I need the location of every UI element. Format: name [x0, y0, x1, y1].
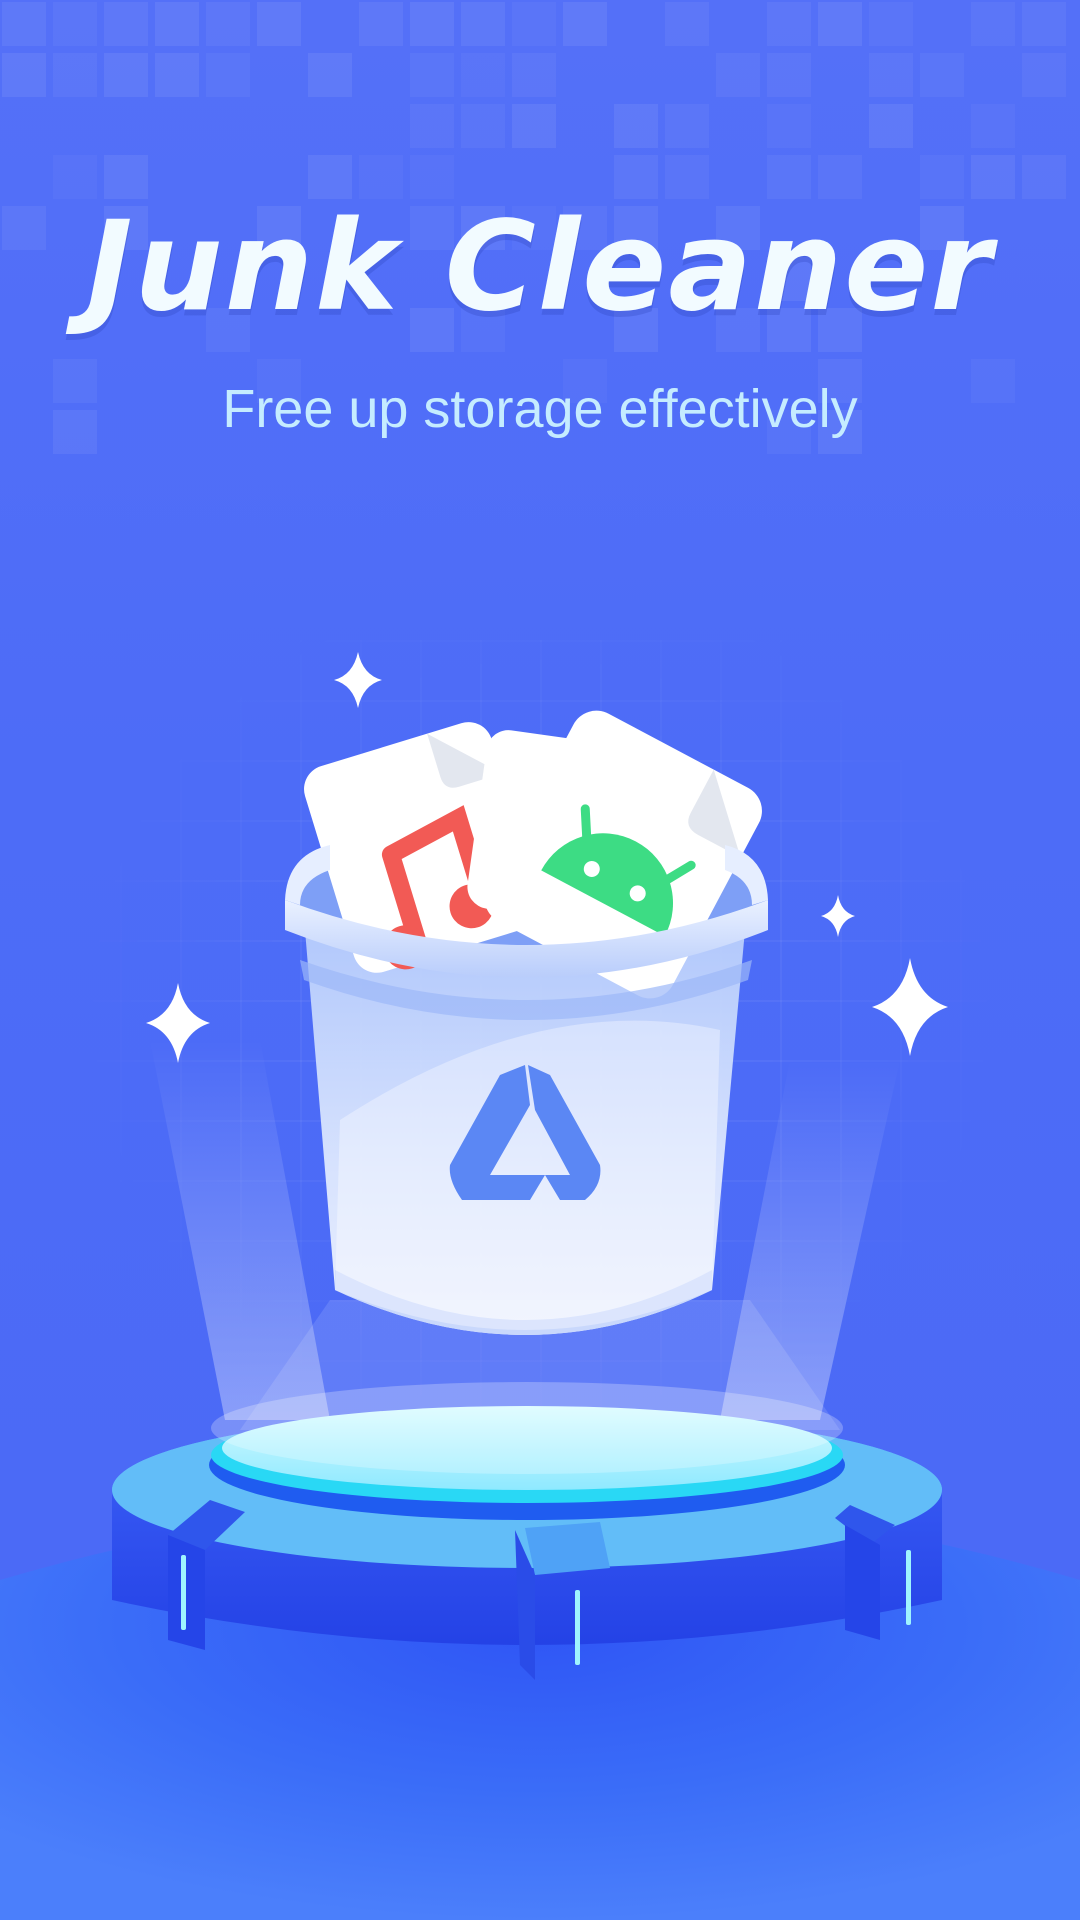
sparkle-icon — [872, 958, 948, 1056]
mosaic-tile — [869, 53, 913, 97]
mosaic-tile — [410, 104, 454, 148]
sparkle-icon — [821, 895, 855, 937]
page-subtitle: Free up storage effectively — [222, 379, 858, 439]
mosaic-tile — [359, 155, 403, 199]
mosaic-tile — [971, 155, 1015, 199]
mosaic-tile — [767, 155, 811, 199]
mosaic-tile — [155, 2, 199, 46]
mosaic-tile — [767, 104, 811, 148]
mosaic-tile — [461, 2, 505, 46]
mosaic-tile — [461, 53, 505, 97]
mosaic-tile — [869, 104, 913, 148]
mosaic-tile — [104, 53, 148, 97]
mosaic-tile — [104, 2, 148, 46]
junk-cleaner-illustration — [0, 652, 1080, 1920]
mosaic-tile — [410, 155, 454, 199]
mosaic-tile — [665, 104, 709, 148]
mosaic-tile — [53, 155, 97, 199]
mosaic-tile — [971, 104, 1015, 148]
mosaic-tile — [716, 53, 760, 97]
mosaic-tile — [614, 104, 658, 148]
onboarding-screen: Junk Cleaner Free up storage effectively — [0, 0, 1080, 1920]
mosaic-tile — [869, 2, 913, 46]
mosaic-tile — [206, 2, 250, 46]
mosaic-tile — [1022, 155, 1066, 199]
mosaic-tile — [512, 2, 556, 46]
mosaic-tile — [410, 53, 454, 97]
mosaic-tile — [2, 53, 46, 97]
mosaic-tile — [1022, 2, 1066, 46]
mosaic-tile — [818, 155, 862, 199]
mosaic-tile — [461, 104, 505, 148]
mosaic-tile — [665, 155, 709, 199]
mosaic-tile — [410, 2, 454, 46]
mosaic-tile — [920, 53, 964, 97]
mosaic-tile — [308, 155, 352, 199]
mosaic-tile — [104, 155, 148, 199]
mosaic-tile — [512, 104, 556, 148]
sparkle-icon — [334, 652, 382, 708]
mosaic-tile — [563, 2, 607, 46]
mosaic-tile — [53, 53, 97, 97]
mosaic-tile — [155, 53, 199, 97]
mosaic-tile — [818, 2, 862, 46]
mosaic-tile — [767, 2, 811, 46]
mosaic-tile — [1022, 53, 1066, 97]
mosaic-tile — [512, 53, 556, 97]
mosaic-tile — [665, 2, 709, 46]
mosaic-tile — [308, 53, 352, 97]
page-title: Junk Cleaner — [86, 195, 994, 339]
mosaic-tile — [971, 2, 1015, 46]
mosaic-tile — [206, 53, 250, 97]
mosaic-tile — [614, 155, 658, 199]
mosaic-tile — [53, 2, 97, 46]
mosaic-tile — [257, 2, 301, 46]
mosaic-tile — [2, 2, 46, 46]
mosaic-tile — [359, 2, 403, 46]
mosaic-tile — [920, 155, 964, 199]
mosaic-tile — [767, 53, 811, 97]
